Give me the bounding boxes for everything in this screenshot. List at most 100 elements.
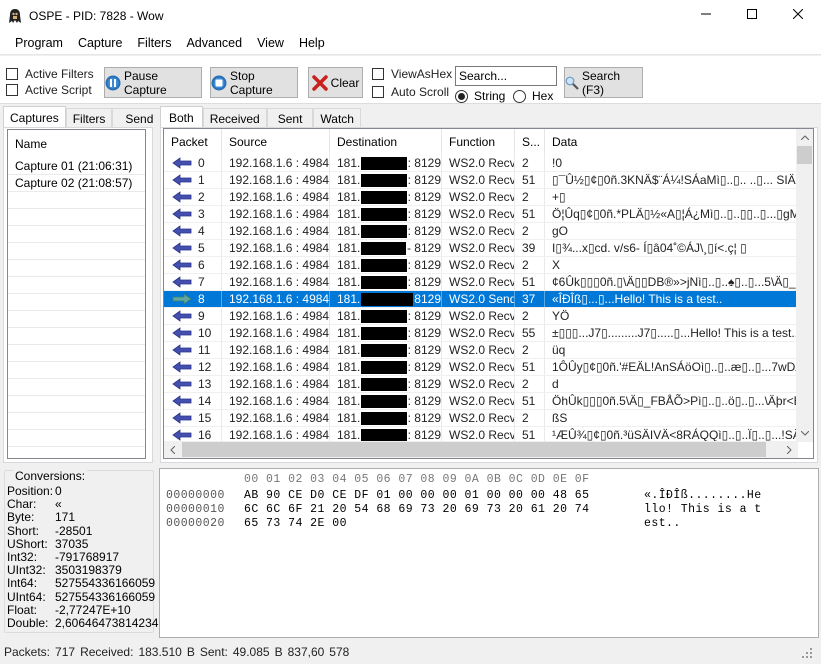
scroll-down-button[interactable] [796, 425, 813, 442]
close-button[interactable] [775, 0, 821, 29]
menu-help[interactable]: Help [292, 36, 332, 50]
packet-id: 4 [198, 224, 205, 238]
menu-view[interactable]: View [250, 36, 291, 50]
packet-row[interactable]: 1 192.168.1.6 : 49840 181.: 8129 WS2.0 Recv… [164, 172, 798, 189]
resize-grip-icon[interactable] [802, 647, 812, 661]
data-cell: Ö¦Ûq▯¢▯0ñ.*PLÄ▯½«A▯¦Á¿Mì▯..▯..▯▯..▯...▯g… [545, 206, 798, 222]
tab-both[interactable]: Both [160, 106, 203, 128]
hex-offset: 00000010 [166, 503, 225, 516]
col-data[interactable]: Data [545, 129, 798, 155]
hex-bytes[interactable]: 65 73 74 2E 00 [244, 517, 347, 530]
checkbox-box[interactable] [6, 84, 18, 96]
scroll-thumb[interactable] [797, 146, 812, 164]
size-cell: 51 [515, 359, 545, 375]
checkbox-box[interactable] [372, 68, 384, 80]
source-cell: 192.168.1.6 : 49840 [222, 223, 330, 239]
clear-label: Clear [330, 75, 360, 90]
capture-empty-row [8, 328, 145, 345]
packet-row[interactable]: 14 192.168.1.6 : 49840 181.: 8129 WS2.0 Rec… [164, 393, 798, 410]
minimize-button[interactable] [683, 0, 729, 29]
packet-row[interactable]: 15 192.168.1.6 : 49840 181.: 8129 WS2.0 Rec… [164, 410, 798, 427]
active-script-checkbox[interactable]: Active Script [6, 83, 92, 97]
menu-program[interactable]: Program [8, 36, 70, 50]
packet-row[interactable]: 6 192.168.1.6 : 49840 181.: 8129 WS2.0 Recv… [164, 257, 798, 274]
function-cell: WS2.0 Recv [442, 359, 515, 375]
packet-row[interactable]: 0 192.168.1.6 : 49840 181.: 8129 WS2.0 Recv… [164, 155, 798, 172]
hex-radio[interactable]: Hex [513, 89, 553, 103]
hex-bytes[interactable]: AB 90 CE D0 CE DF 01 00 00 00 01 00 00 0… [244, 489, 590, 502]
conversion-value: 37035 [55, 536, 89, 551]
capture-item[interactable]: Capture 01 (21:06:31) [8, 158, 145, 175]
packet-id: 16 [198, 428, 212, 442]
col-function[interactable]: Function [442, 129, 515, 155]
packet-row[interactable]: 11 192.168.1.6 : 49840 181.: 8129 WS2.0 Rec… [164, 342, 798, 359]
tab-captures[interactable]: Captures [3, 106, 66, 128]
receive-arrow-icon [171, 174, 193, 186]
tab-send[interactable]: Send [112, 108, 167, 128]
search-input[interactable] [455, 66, 557, 86]
packet-row[interactable]: 10 192.168.1.6 : 49840 181.: 8129 WS2.0 Rec… [164, 325, 798, 342]
col-destination[interactable]: Destination [330, 129, 442, 155]
hex-bytes[interactable]: 6C 6C 6F 21 20 54 68 69 73 20 69 73 20 6… [244, 503, 590, 516]
function-cell: WS2.0 Recv [442, 240, 515, 256]
horizontal-scrollbar[interactable] [164, 441, 798, 458]
menu-filters[interactable]: Filters [130, 36, 178, 50]
scroll-up-button[interactable] [796, 129, 813, 146]
destination-prefix: 181. [337, 207, 361, 221]
scroll-right-button[interactable] [781, 441, 798, 458]
data-cell: !0 [545, 155, 798, 171]
tab-sent[interactable]: Sent [266, 108, 314, 128]
tab-received[interactable]: Received [202, 108, 267, 128]
vertical-scrollbar[interactable] [796, 129, 813, 442]
radio-button[interactable] [455, 89, 468, 103]
tab-watch[interactable]: Watch [313, 108, 361, 128]
conversion-row: Char: « [7, 498, 62, 511]
radio-button[interactable] [513, 89, 526, 103]
hex-ascii[interactable]: est.. [644, 517, 681, 530]
capture-item[interactable]: Capture 02 (21:08:57) [8, 175, 145, 192]
col-source[interactable]: Source [222, 129, 330, 155]
source-cell: 192.168.1.6 : 49840 [222, 274, 330, 290]
packet-row[interactable]: 5 192.168.1.6 : 49840 181. - 8129 WS2.0 Recv… [164, 240, 798, 257]
function-cell: WS2.0 Recv [442, 342, 515, 358]
menu-advanced[interactable]: Advanced [179, 36, 249, 50]
scroll-left-button[interactable] [164, 441, 181, 458]
active-script-label: Active Script [25, 83, 92, 97]
col-size[interactable]: S... [515, 129, 545, 155]
conversion-row: Float: -2,77247E+10 [7, 603, 131, 617]
auto-scroll-checkbox[interactable]: Auto Scroll [372, 85, 449, 99]
menu-capture[interactable]: Capture [71, 36, 129, 50]
active-filters-checkbox[interactable]: Active Filters [6, 67, 94, 81]
packet-row[interactable]: 9 192.168.1.6 : 49840 181.: 8129 WS2.0 Recv… [164, 308, 798, 325]
captures-list: Name Capture 01 (21:06:31) Capture 02 (2… [7, 129, 146, 459]
maximize-button[interactable] [729, 0, 775, 29]
packet-row[interactable]: 3 192.168.1.6 : 49840 181.: 8129 WS2.0 Recv… [164, 206, 798, 223]
packet-row[interactable]: 2 192.168.1.6 : 49840 181.: 8129 WS2.0 Recv… [164, 189, 798, 206]
stop-capture-button[interactable]: Stop Capture [210, 67, 298, 98]
col-packet[interactable]: Packet [164, 129, 222, 155]
conversion-row: UInt64: 527554336166059 [7, 589, 155, 604]
view-as-hex-checkbox[interactable]: ViewAsHex [372, 67, 452, 81]
hex-view[interactable]: 00 01 02 03 04 05 06 07 08 09 0A 0B 0C 0… [159, 468, 819, 638]
red-x-icon [311, 74, 328, 91]
packet-row[interactable]: 4 192.168.1.6 : 49840 181.: 8129 WS2.0 Recv… [164, 223, 798, 240]
packet-row[interactable]: 13 192.168.1.6 : 49840 181.: 8129 WS2.0 Rec… [164, 376, 798, 393]
packet-id-cell: 5 [164, 240, 222, 256]
checkbox-box[interactable] [6, 68, 18, 80]
packet-row[interactable]: 12 192.168.1.6 : 49840 181.: 8129 WS2.0 Rec… [164, 359, 798, 376]
size-cell: 51 [515, 393, 545, 409]
hex-ascii[interactable]: llo! This is a t [644, 503, 762, 516]
string-radio[interactable]: String [455, 89, 505, 103]
packet-row[interactable]: 7 192.168.1.6 : 49840 181.: 8129 WS2.0 Recv… [164, 274, 798, 291]
pause-capture-button[interactable]: Pause Capture [104, 67, 202, 98]
captures-name-header[interactable]: Name [8, 130, 145, 158]
conversion-key: UInt64: [7, 589, 46, 604]
checkbox-box[interactable] [372, 86, 384, 98]
search-button[interactable]: Search (F3) [564, 67, 643, 98]
clear-button[interactable]: Clear [308, 67, 363, 98]
tab-filters[interactable]: Filters [65, 108, 113, 128]
hex-ascii[interactable]: «.ÎÐÎß........He [644, 489, 762, 502]
receive-arrow-icon [171, 361, 193, 373]
packet-row[interactable]: 8 192.168.1.6 : 49840 181. 8129 WS2.0 Send 37… [164, 291, 798, 308]
scroll-thumb[interactable] [182, 442, 766, 457]
